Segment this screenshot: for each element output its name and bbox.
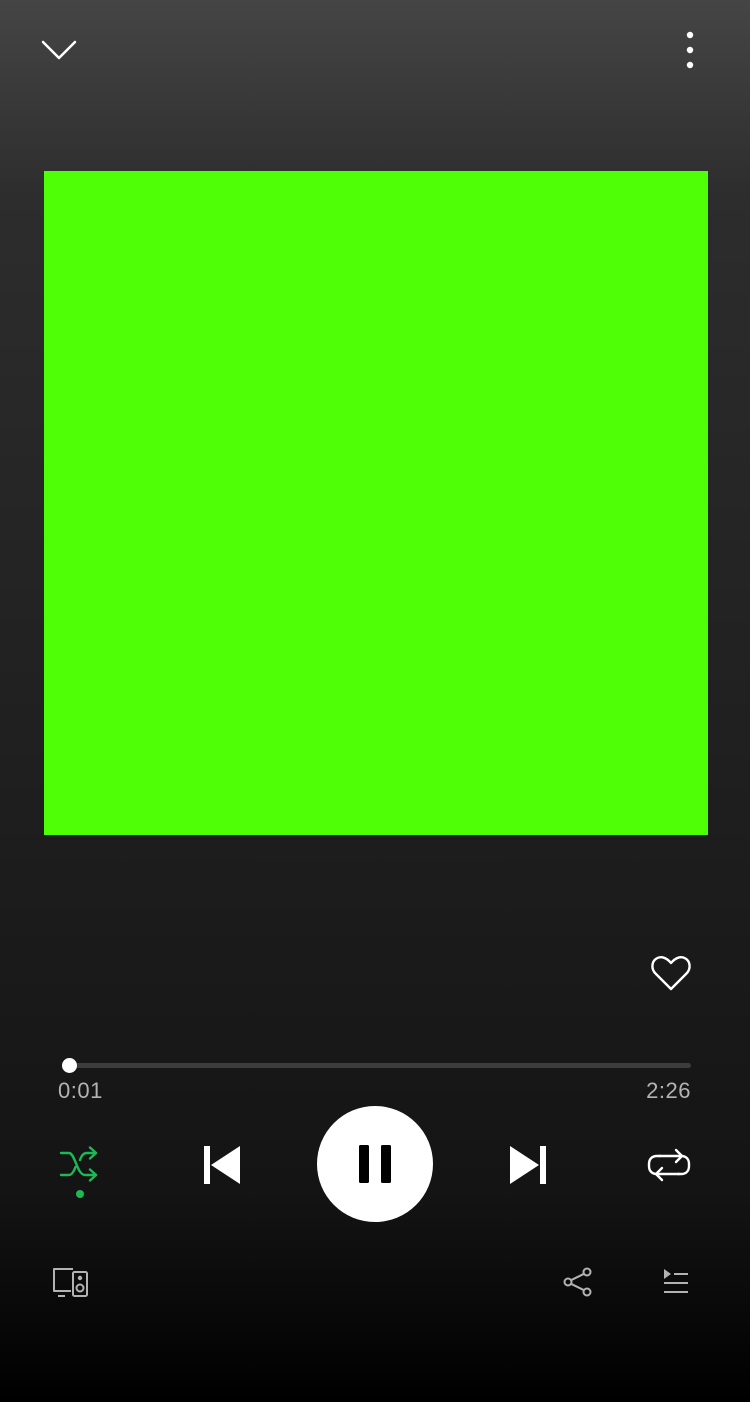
- collapse-button[interactable]: [30, 25, 88, 75]
- devices-icon: [53, 1268, 88, 1297]
- more-vertical-icon: [686, 31, 694, 69]
- repeat-icon: [647, 1148, 691, 1182]
- chevron-down-icon: [41, 40, 77, 60]
- heart-icon: [651, 956, 691, 991]
- play-pause-button[interactable]: [317, 1106, 433, 1222]
- repeat-button[interactable]: [640, 1135, 698, 1195]
- share-button[interactable]: [558, 1260, 598, 1304]
- progress-scrubber-handle[interactable]: [62, 1058, 78, 1073]
- queue-icon: [664, 1269, 688, 1293]
- shuffle-icon: [59, 1146, 98, 1182]
- previous-track-button[interactable]: [192, 1133, 252, 1197]
- progress-bar[interactable]: [62, 1058, 691, 1073]
- skip-next-icon: [510, 1146, 546, 1184]
- elapsed-time: 0:01: [58, 1078, 103, 1103]
- queue-button[interactable]: [656, 1260, 696, 1304]
- pause-icon: [359, 1145, 391, 1183]
- share-icon: [563, 1267, 592, 1297]
- next-track-button[interactable]: [498, 1133, 558, 1197]
- connect-devices-button[interactable]: [48, 1260, 94, 1304]
- track-duration: 2:26: [646, 1078, 691, 1103]
- album-artwork: [44, 171, 708, 835]
- skip-previous-icon: [204, 1146, 240, 1184]
- shuffle-button[interactable]: [50, 1140, 110, 1204]
- like-button[interactable]: [644, 948, 698, 998]
- shuffle-active-indicator: [76, 1190, 84, 1198]
- more-options-button[interactable]: [668, 22, 712, 78]
